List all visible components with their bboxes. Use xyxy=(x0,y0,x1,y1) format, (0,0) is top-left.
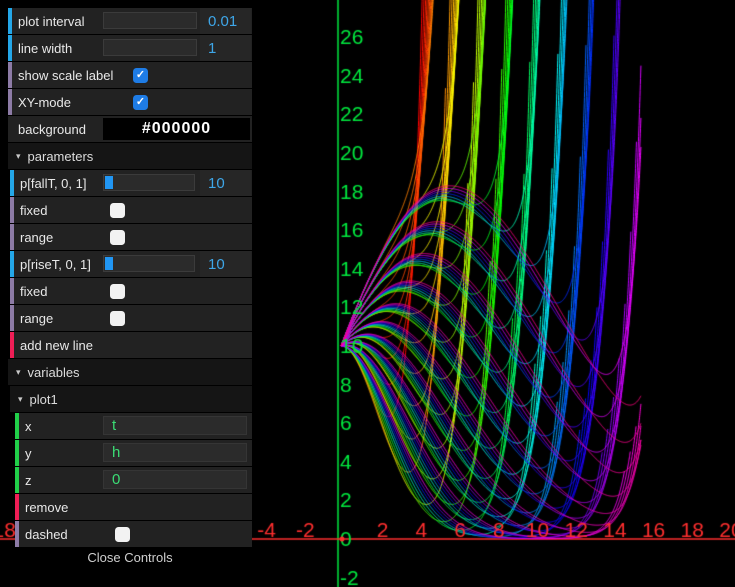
close-controls-button[interactable]: Close Controls xyxy=(8,550,252,565)
blue-accent-bar xyxy=(8,8,12,34)
blue-accent-bar xyxy=(10,251,14,277)
blue-accent-bar xyxy=(10,170,14,196)
slider-handle[interactable] xyxy=(105,257,113,270)
var-y-row-input[interactable]: h xyxy=(103,443,247,462)
fallt-range-row: range xyxy=(10,224,252,250)
background-row-label: background xyxy=(18,116,86,142)
show-scale-label-row-checkbox[interactable]: ✓ xyxy=(133,68,148,83)
plot-interval-row: plot interval 0.01 xyxy=(8,8,252,34)
purple-accent-bar xyxy=(15,521,19,547)
green-accent-bar xyxy=(15,440,19,466)
riset-range-row: range xyxy=(10,305,252,331)
background-row-color-swatch[interactable]: #000000 xyxy=(103,118,250,140)
line-width-row: line width 1 xyxy=(8,35,252,61)
variables-header[interactable]: ▾ variables xyxy=(8,359,252,385)
param-riset-row-value[interactable]: 10 xyxy=(200,251,251,277)
riset-fixed-row-label: fixed xyxy=(20,278,47,304)
remove-button[interactable]: remove xyxy=(15,494,252,520)
collapse-triangle-icon: ▾ xyxy=(16,367,21,378)
plot1-header[interactable]: ▾ plot1 xyxy=(10,386,252,412)
dashed-row-checkbox[interactable] xyxy=(115,527,130,542)
collapse-triangle-icon: ▾ xyxy=(18,394,23,405)
background-row: background #000000 xyxy=(8,116,252,142)
line-width-row-value[interactable]: 1 xyxy=(200,35,251,61)
purple-accent-bar xyxy=(10,197,14,223)
parameters-header-label: parameters xyxy=(28,149,94,164)
purple-accent-bar xyxy=(10,305,14,331)
green-accent-bar xyxy=(15,467,19,493)
add-new-line-button[interactable]: add new line xyxy=(10,332,252,358)
purple-accent-bar xyxy=(10,224,14,250)
fallt-fixed-row-label: fixed xyxy=(20,197,47,223)
xy-mode-row: XY-mode ✓ xyxy=(8,89,252,115)
param-riset-row-slider[interactable] xyxy=(103,255,195,272)
plot-interval-row-slider[interactable] xyxy=(103,12,197,29)
purple-accent-bar xyxy=(10,278,14,304)
collapse-triangle-icon: ▾ xyxy=(16,151,21,162)
var-z-row-label: z xyxy=(25,467,32,493)
xy-mode-row-label: XY-mode xyxy=(18,89,71,115)
xy-mode-row-checkbox[interactable]: ✓ xyxy=(133,95,148,110)
var-x-row-label: x xyxy=(25,413,32,439)
plot-interval-row-label: plot interval xyxy=(18,8,84,34)
fallt-fixed-row-checkbox[interactable] xyxy=(110,203,125,218)
var-x-row-input[interactable]: t xyxy=(103,416,247,435)
red-accent-bar xyxy=(15,494,19,520)
red-accent-bar xyxy=(10,332,14,358)
green-accent-bar xyxy=(15,413,19,439)
purple-accent-bar xyxy=(8,89,12,115)
parameters-header[interactable]: ▾ parameters xyxy=(8,143,252,169)
controls-panel: plot interval0.01line width1show scale l… xyxy=(8,8,252,548)
param-fallt-row-label: p[fallT, 0, 1] xyxy=(20,170,86,196)
fallt-fixed-row: fixed xyxy=(10,197,252,223)
dashed-row: dashed xyxy=(15,521,252,547)
purple-accent-bar xyxy=(8,62,12,88)
riset-fixed-row: fixed xyxy=(10,278,252,304)
slider-handle[interactable] xyxy=(105,176,113,189)
riset-range-row-checkbox[interactable] xyxy=(110,311,125,326)
show-scale-label-row-label: show scale label xyxy=(18,62,113,88)
param-fallt-row-value[interactable]: 10 xyxy=(200,170,251,196)
var-z-row: z0 xyxy=(15,467,252,493)
remove-button-label: remove xyxy=(25,494,68,520)
var-y-row: yh xyxy=(15,440,252,466)
show-scale-label-row: show scale label ✓ xyxy=(8,62,252,88)
param-fallt-row-slider[interactable] xyxy=(103,174,195,191)
plot1-header-label: plot1 xyxy=(30,392,58,407)
line-width-row-label: line width xyxy=(18,35,72,61)
add-new-line-button-label: add new line xyxy=(20,332,93,358)
param-riset-row: p[riseT, 0, 1] 10 xyxy=(10,251,252,277)
blue-accent-bar xyxy=(8,35,12,61)
riset-fixed-row-checkbox[interactable] xyxy=(110,284,125,299)
dashed-row-label: dashed xyxy=(25,521,68,547)
variables-header-label: variables xyxy=(28,365,80,380)
var-x-row: xt xyxy=(15,413,252,439)
riset-range-row-label: range xyxy=(20,305,53,331)
fallt-range-row-label: range xyxy=(20,224,53,250)
var-z-row-input[interactable]: 0 xyxy=(103,470,247,489)
var-y-row-label: y xyxy=(25,440,32,466)
plot-interval-row-value[interactable]: 0.01 xyxy=(200,8,251,34)
line-width-row-slider[interactable] xyxy=(103,39,197,56)
param-fallt-row: p[fallT, 0, 1] 10 xyxy=(10,170,252,196)
fallt-range-row-checkbox[interactable] xyxy=(110,230,125,245)
param-riset-row-label: p[riseT, 0, 1] xyxy=(20,251,91,277)
